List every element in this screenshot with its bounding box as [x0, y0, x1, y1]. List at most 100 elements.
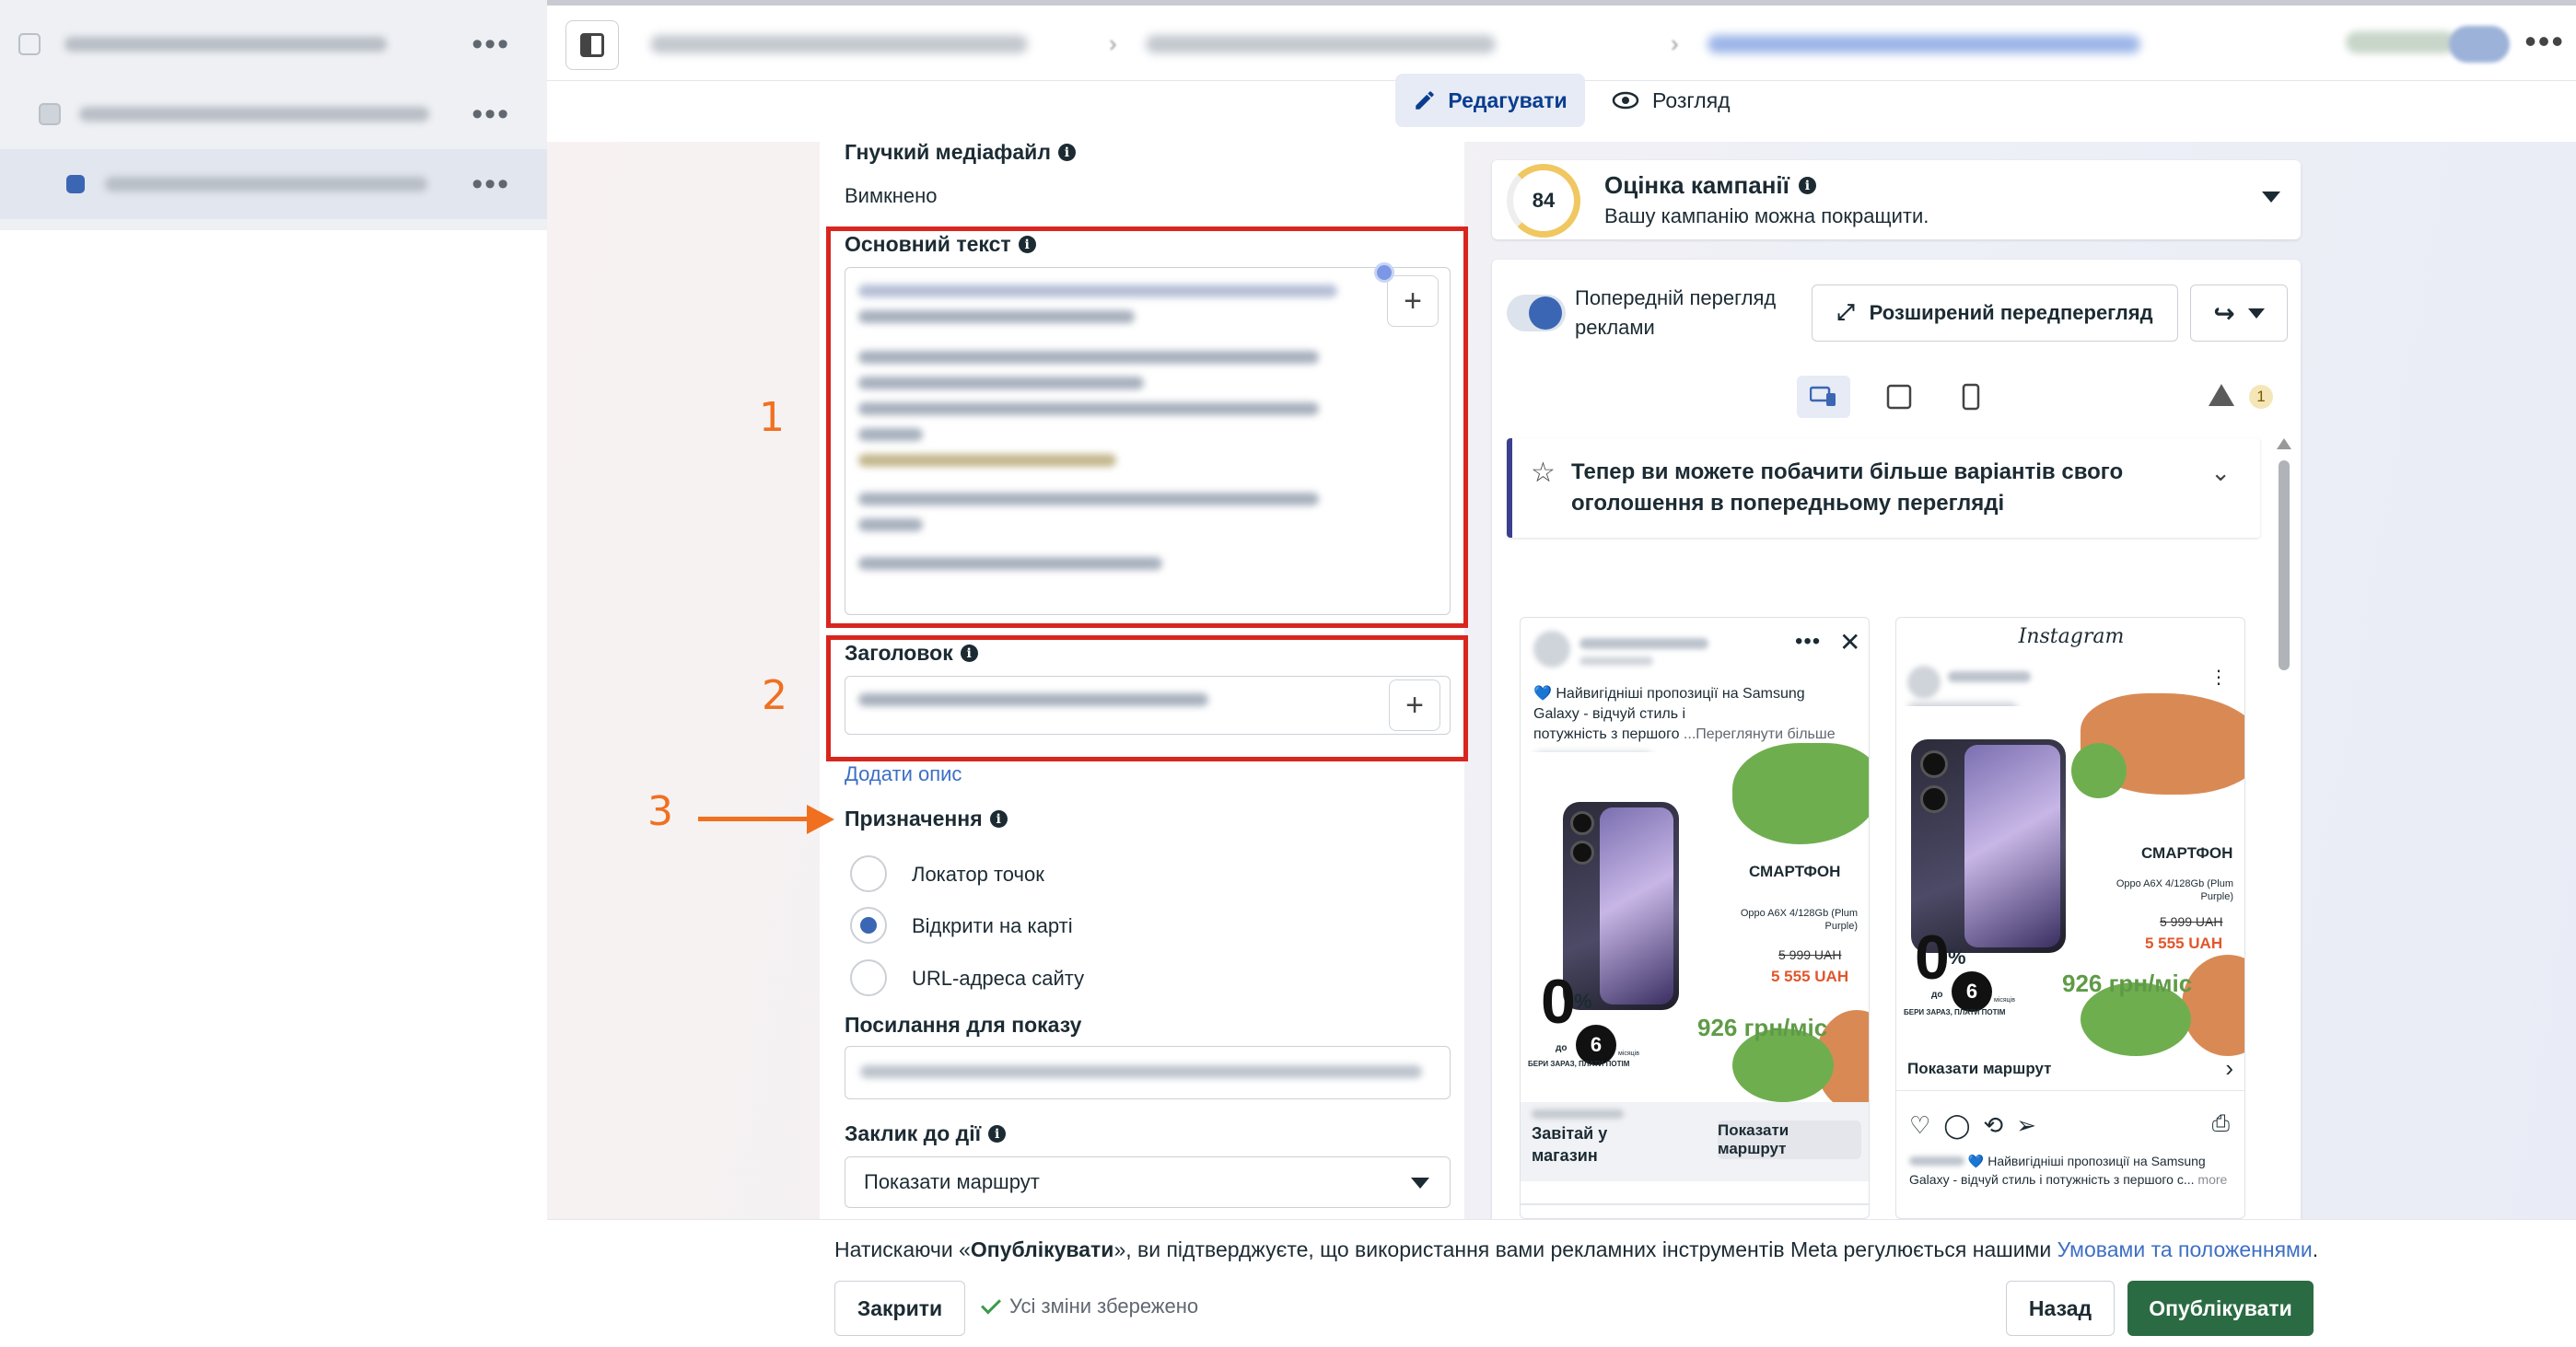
- annotation-arrow-head: [807, 805, 834, 834]
- campaign-tree-sidebar: ••• ••• •••: [0, 0, 547, 230]
- annotation-arrow-line: [698, 817, 809, 821]
- repost-icon[interactable]: ⟲: [1983, 1111, 2003, 1140]
- creative-product: СМАРТФОН: [1749, 863, 1841, 880]
- advanced-preview-label: Розширений передперегляд: [1869, 301, 2153, 324]
- device-all-placements-icon[interactable]: [1797, 376, 1850, 418]
- radio-open-map[interactable]: [850, 907, 887, 944]
- bookmark-icon[interactable]: ⎙: [2212, 1111, 2230, 1137]
- annotation-box-1: [826, 226, 1468, 628]
- blurred-username: [1909, 1156, 1964, 1166]
- display-link-label: Посилання для показу: [845, 1013, 1081, 1038]
- share-icon: ↪: [2213, 298, 2235, 328]
- breadcrumb-ad[interactable]: [1708, 35, 2140, 53]
- radio-store-locator[interactable]: [850, 855, 887, 892]
- months-badge: 6: [1952, 971, 1992, 1012]
- sidebar-item-ad[interactable]: •••: [0, 149, 547, 219]
- info-icon[interactable]: i: [988, 1125, 1007, 1143]
- more-options-icon[interactable]: •••: [472, 99, 510, 130]
- terms-note-prefix: Натискаючи «: [834, 1237, 971, 1261]
- instagram-caption-line1: 💙 Найвигідніші пропозиції на Samsung: [1967, 1154, 2206, 1168]
- heart-icon[interactable]: ♡: [1909, 1111, 1930, 1140]
- campaign-score-card[interactable]: 84 Оцінка кампанії i Вашу кампанію можна …: [1492, 160, 2301, 239]
- more-options-icon[interactable]: •••: [2524, 22, 2565, 61]
- instagram-action-icons: ♡ ◯ ⟲ ➢: [1909, 1111, 2036, 1140]
- display-link-input[interactable]: [845, 1046, 1451, 1099]
- preview-toggle[interactable]: [1507, 295, 1566, 331]
- tab-preview[interactable]: Розгляд: [1612, 74, 1759, 127]
- info-icon[interactable]: i: [1057, 144, 1076, 161]
- phone-screen: [1600, 807, 1673, 1004]
- display-link-label-text: Посилання для показу: [845, 1013, 1082, 1037]
- annotation-number-3: 3: [647, 788, 673, 835]
- publish-button[interactable]: Опублікувати: [2127, 1281, 2314, 1336]
- close-icon[interactable]: ✕: [1839, 627, 1860, 657]
- monthly-price: 926 грн/міс: [2062, 970, 2193, 997]
- facebook-ad-headline: Завітай у магазин: [1532, 1122, 1607, 1167]
- flex-media-label-text: Гнучкий медіафайл: [845, 140, 1051, 164]
- see-more-link[interactable]: ...Переглянути більше: [1684, 726, 1836, 742]
- comment-icon[interactable]: ◯: [1943, 1111, 1970, 1140]
- instagram-feed-preview[interactable]: Instagram ⋮ СМАРТФОН Oppo A6X 4/128Gb (P…: [1895, 617, 2245, 1219]
- camera-lens: [1920, 750, 1948, 778]
- chevron-down-icon[interactable]: [2262, 192, 2280, 203]
- more-options-icon[interactable]: •••: [472, 29, 510, 60]
- panel-icon: [580, 33, 604, 57]
- chevron-down-icon: [2247, 308, 2265, 319]
- device-mobile-icon[interactable]: [1944, 376, 1998, 418]
- preview-toggle-label: Попередній перегляд реклами: [1575, 284, 1776, 343]
- preview-toggle-label-line2: реклами: [1575, 316, 1655, 339]
- scrollbar-thumb[interactable]: [2279, 460, 2290, 670]
- checkbox[interactable]: [18, 33, 41, 55]
- chevron-down-icon[interactable]: ⌄: [2210, 459, 2231, 487]
- send-icon[interactable]: ➢: [2016, 1111, 2036, 1140]
- zero-percent-digit: 0: [1915, 923, 1950, 993]
- radio-website-url[interactable]: [850, 959, 887, 996]
- sidebar-empty-area: [0, 230, 547, 1347]
- facebook-ad-text-line2: Galaxy - відчуй стиль і: [1533, 706, 1686, 722]
- instagram-caption: 💙 Найвигідніші пропозиції на Samsung Gal…: [1909, 1152, 2241, 1189]
- cta-select[interactable]: Показати маршрут: [845, 1156, 1451, 1208]
- new-price: 5 555 UAH: [1771, 968, 1849, 985]
- close-button[interactable]: Закрити: [834, 1281, 965, 1336]
- expand-icon: ⤢: [1836, 300, 1855, 325]
- preview-notice-banner[interactable]: ☆ Тепер ви можете побачити більше варіан…: [1507, 438, 2260, 538]
- facebook-ad-text: 💙 Найвигідніші пропозиції на Samsung Gal…: [1533, 684, 1836, 745]
- terms-link[interactable]: Умовами та положеннями: [2057, 1237, 2313, 1261]
- toggle-panel-button[interactable]: [565, 20, 619, 70]
- checkmark-icon: [981, 1294, 1001, 1314]
- advanced-preview-button[interactable]: ⤢ Розширений передперегляд: [1812, 284, 2178, 342]
- instagram-cta-row[interactable]: Показати маршрут ›: [1896, 1051, 2244, 1091]
- divider: [1521, 1203, 1869, 1205]
- info-icon[interactable]: i: [1798, 177, 1816, 194]
- sidebar-item-campaign[interactable]: •••: [0, 9, 547, 79]
- breadcrumb-campaign[interactable]: [650, 35, 1028, 53]
- months-word: місяців: [1618, 1051, 1639, 1057]
- warning-count-badge: 1: [2249, 385, 2273, 409]
- radio-store-locator-label: Локатор точок: [912, 863, 1044, 886]
- more-options-icon[interactable]: •••: [1795, 629, 1821, 655]
- tab-edit[interactable]: Редагувати: [1395, 74, 1585, 127]
- add-description-link[interactable]: Додати опис: [845, 762, 962, 786]
- cta-label: Заклик до дії i: [845, 1121, 1007, 1146]
- on-off-toggle[interactable]: [2449, 26, 2510, 63]
- info-icon[interactable]: i: [989, 810, 1008, 828]
- blurred-page-name: [1948, 671, 2031, 682]
- share-button[interactable]: ↪: [2190, 284, 2288, 342]
- more-options-icon[interactable]: ⋮: [2209, 666, 2228, 689]
- sidebar-item-adset[interactable]: •••: [0, 79, 547, 149]
- scroll-up-arrow[interactable]: [2277, 438, 2291, 449]
- breadcrumb-adset[interactable]: [1146, 35, 1496, 53]
- more-link[interactable]: more: [2197, 1172, 2227, 1187]
- facebook-ad-cta-button[interactable]: Показати маршрут: [1718, 1121, 1861, 1159]
- warning-icon[interactable]: [2209, 384, 2234, 406]
- blurred-url: [1532, 1109, 1624, 1119]
- radio-open-map-label: Відкрити на карті: [912, 914, 1073, 937]
- facebook-feed-preview[interactable]: ••• ✕ 💙 Найвигідніші пропозиції на Samsu…: [1520, 617, 1870, 1219]
- device-square-icon[interactable]: [1872, 376, 1926, 418]
- page-avatar: [1533, 631, 1570, 668]
- more-options-icon[interactable]: •••: [472, 168, 510, 200]
- back-button[interactable]: Назад: [2006, 1281, 2115, 1336]
- facebook-ad-headline-line2: магазин: [1532, 1146, 1598, 1165]
- camera-lens: [1570, 841, 1594, 865]
- annotation-number-1: 1: [759, 394, 785, 441]
